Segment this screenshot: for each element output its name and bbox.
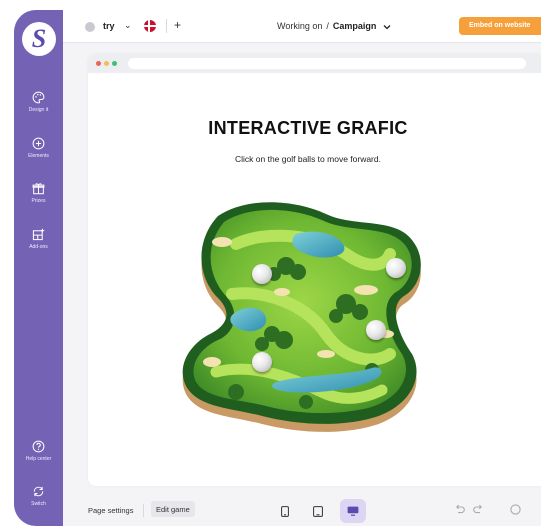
golf-ball[interactable] — [252, 264, 272, 284]
plus-circle-icon — [32, 137, 45, 150]
workspace-avatar — [85, 22, 95, 32]
sidebar-item-switch[interactable]: Switch — [14, 485, 63, 507]
game-title: INTERACTIVE GRAFIC — [208, 118, 408, 138]
tablet-icon — [313, 505, 323, 517]
redo-button[interactable] — [473, 504, 484, 517]
edit-game-button[interactable]: Edit game — [151, 501, 195, 517]
add-ons-icon — [32, 228, 45, 241]
desktop-view-button[interactable] — [340, 499, 366, 523]
golf-ball[interactable] — [386, 258, 406, 278]
window-dot-red — [96, 61, 101, 66]
tablet-view-button[interactable] — [307, 500, 329, 522]
embed-button[interactable]: Embed on website — [459, 17, 541, 35]
gift-icon — [32, 183, 45, 195]
campaign-name: Campaign — [332, 21, 377, 31]
app-window: S Design it Elements Prizes Add-ons Help… — [14, 10, 541, 526]
chevron-down-icon — [383, 24, 391, 30]
palette-icon — [32, 91, 45, 104]
workspace-name[interactable]: try — [103, 21, 115, 31]
help-icon — [32, 440, 45, 453]
golf-ball[interactable] — [252, 352, 272, 372]
sidebar: S Design it Elements Prizes Add-ons Help… — [14, 10, 63, 526]
window-dot-green — [112, 61, 117, 66]
browser-chrome — [88, 54, 541, 73]
sidebar-item-label: Switch — [31, 501, 46, 507]
window-dot-yellow — [104, 61, 109, 66]
sidebar-item-help-center[interactable]: Help center — [14, 440, 63, 462]
sidebar-item-label: Add-ons — [29, 244, 48, 250]
sidebar-item-label: Elements — [28, 153, 49, 159]
logo-letter: S — [31, 24, 47, 53]
redo-icon — [473, 504, 482, 514]
sidebar-item-label: Prizes — [31, 198, 46, 204]
sidebar-item-label: Help center — [25, 456, 52, 462]
switch-icon — [33, 486, 44, 497]
address-bar — [128, 58, 526, 69]
golf-course-image — [182, 202, 421, 432]
sidebar-item-elements[interactable]: Elements — [14, 137, 63, 159]
divider — [143, 504, 144, 517]
divider — [166, 19, 167, 33]
breadcrumb-separator: / — [326, 21, 329, 31]
flag-denmark-icon[interactable] — [144, 20, 156, 32]
sidebar-item-design-it[interactable]: Design it — [14, 91, 63, 113]
sidebar-item-add-ons[interactable]: Add-ons — [14, 228, 63, 250]
mobile-view-button[interactable] — [274, 500, 296, 522]
page-settings-button[interactable]: Page settings — [88, 506, 133, 515]
sidebar-item-prizes[interactable]: Prizes — [14, 182, 63, 204]
game-subtitle: Click on the golf balls to move forward. — [235, 154, 381, 164]
undo-icon — [456, 504, 465, 514]
add-button[interactable]: + — [174, 18, 181, 32]
undo-button[interactable] — [454, 504, 465, 517]
desktop-icon — [347, 506, 359, 516]
golf-ball[interactable] — [366, 320, 386, 340]
working-on-label: Working on — [277, 21, 323, 31]
preview-canvas: INTERACTIVE GRAFIC Click on the golf bal… — [88, 54, 541, 486]
app-logo[interactable]: S — [22, 22, 56, 56]
sidebar-item-label: Design it — [28, 107, 49, 113]
preview-button[interactable] — [510, 504, 521, 518]
campaign-selector[interactable]: Working on / Campaign — [277, 21, 391, 31]
mobile-icon — [281, 505, 289, 517]
bottom-bar: Page settings Edit game — [63, 496, 541, 526]
top-bar: try ⌄ + Working on / Campaign Embed on web… — [63, 10, 541, 43]
preview-icon — [510, 504, 521, 515]
chevron-down-icon[interactable]: ⌄ — [124, 20, 132, 31]
